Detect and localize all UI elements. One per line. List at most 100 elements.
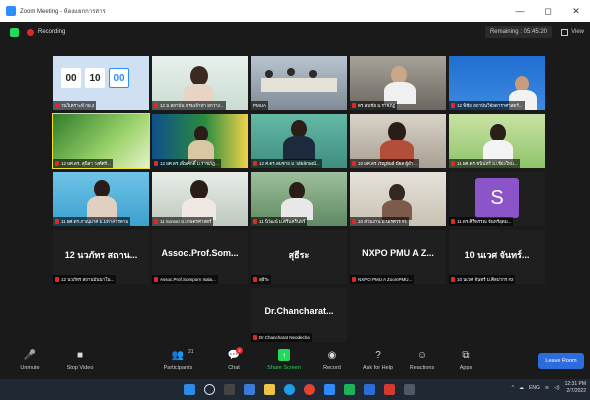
chevron-up-icon[interactable]: ^ xyxy=(512,385,514,391)
participants-button[interactable]: 👥 21 Participants xyxy=(156,349,200,371)
ask-for-help-button[interactable]: ? Ask for Help xyxy=(356,349,400,372)
muted-mic-icon xyxy=(154,161,158,166)
countdown-minutes: 10 xyxy=(85,68,105,88)
wifi-icon[interactable]: ≋ xyxy=(545,385,549,391)
muted-microphone-icon: 🎤 xyxy=(23,349,37,361)
participant-name: วนวิเคราะห์ กผ.2 xyxy=(53,101,97,110)
participant-tile[interactable]: 12 พิชัย สถาบันวิจัยดาราศาสตร์... xyxy=(449,56,545,110)
reactions-button[interactable]: ☺ Reactions xyxy=(400,349,444,372)
cloud-icon[interactable]: ☁ xyxy=(519,385,524,391)
task-view-icon[interactable] xyxy=(224,384,235,395)
zoom-taskbar-icon[interactable] xyxy=(324,384,335,395)
muted-mic-icon xyxy=(253,335,257,340)
help-icon: ? xyxy=(375,349,381,361)
participant-tile-active-speaker[interactable]: 12 ผศ.ดร. สุนิสา วงศ์ศรี... xyxy=(52,113,150,169)
participant-display-name: NXPO PMU A Z... xyxy=(362,248,434,258)
powerpoint-app-icon[interactable] xyxy=(384,384,395,395)
participant-display-name: Assoc.Prof.Som... xyxy=(161,248,239,258)
share-screen-button[interactable]: ↑ Share Screen xyxy=(262,349,306,371)
language-indicator[interactable]: ENG xyxy=(529,385,540,391)
participant-tile[interactable]: 12 ศ.ดร.สมชาย ม.วลัยลักษณ์... xyxy=(251,114,347,168)
participant-tile[interactable]: 12 นวภัทร สถาน... 12 นวภัทร สถานบันนาโน.… xyxy=(53,230,149,284)
participant-tile[interactable]: Assoc.Prof.Som... Assoc.Prof.Somporn Isa… xyxy=(152,230,248,284)
chat-button[interactable]: 💬 2 Chat xyxy=(212,347,256,371)
participant-tile[interactable]: 11 ผศ.ดร.ภาณุมาศ ม.มหาสารคาม xyxy=(53,172,149,226)
participant-display-name: 12 นวภัทร สถาน... xyxy=(64,250,138,260)
muted-mic-icon xyxy=(55,103,59,108)
participant-tile[interactable]: ดร.สมชัย ม.ราชภัฏ xyxy=(350,56,446,110)
clock[interactable]: 12:31 PM 2/7/2022 xyxy=(565,381,586,395)
participant-tile[interactable]: NXPO PMU A Z... NXPO PMU A ZoomPMU... xyxy=(350,230,446,284)
apps-button[interactable]: ⧉ Apps xyxy=(444,349,488,372)
participant-tile[interactable]: 10 นเวศ จันทร์... 10 นเวศ จันทร์ ม.ศิลปา… xyxy=(449,230,545,284)
record-button[interactable]: ◉ Record xyxy=(310,349,354,372)
edge-browser-icon[interactable] xyxy=(284,384,295,395)
chat-unread-badge: 2 xyxy=(236,347,243,354)
participant-name: 12 ม.สถาบัน กรมเจ้าท่า ยกวาง... xyxy=(152,101,226,110)
participant-tile[interactable]: Dr.Chancharat... Dr.Chancharat Neodecha xyxy=(251,288,347,342)
participant-name: Dr.Chancharat Neodecha xyxy=(251,333,312,342)
widgets-icon[interactable] xyxy=(244,384,255,395)
participant-tile[interactable]: 11 ผศ.ดร.ชนินทร์ ม.เชียงใหม่... xyxy=(449,114,545,168)
countdown-seconds: 00 xyxy=(109,68,129,88)
participant-display-name: 10 นเวศ จันทร์... xyxy=(464,250,530,260)
muted-mic-icon xyxy=(253,161,257,166)
participant-tile[interactable]: 12 ผศ.ดร.เพิ่มศักดิ์ ม.ราชภัฏ... xyxy=(152,114,248,168)
muted-mic-icon xyxy=(253,219,257,224)
participant-display-name: สุธีระ xyxy=(288,250,310,260)
stop-video-button[interactable]: ■ Stop Video xyxy=(58,349,102,372)
muted-mic-icon xyxy=(352,277,356,282)
participant-name: 12 ศ.ดร.สมชาย ม.วลัยลักษณ์... xyxy=(251,159,322,168)
participant-name: NXPO PMU A ZoomPMU... xyxy=(350,275,415,284)
meeting-toolbar: 🎤 Unmute ■ Stop Video 👥 21 Participants … xyxy=(0,345,590,379)
participant-tile[interactable]: 10 ส่วนงาน ม.นเรศวร #1 xyxy=(350,172,446,226)
chrome-browser-icon[interactable] xyxy=(304,384,315,395)
view-button[interactable]: View xyxy=(561,26,584,38)
close-button[interactable]: ✕ xyxy=(562,0,590,22)
participants-count: 21 xyxy=(188,349,194,355)
muted-mic-icon xyxy=(352,103,356,108)
window-title: Zoom Meeting - ห้องแยกการสาร xyxy=(20,9,106,15)
encryption-shield-icon[interactable] xyxy=(10,27,19,37)
record-icon: ◉ xyxy=(327,349,337,361)
participant-tile[interactable]: PMUA xyxy=(251,56,347,110)
muted-mic-icon xyxy=(154,219,158,224)
zoom-app-icon xyxy=(6,6,16,16)
muted-mic-icon xyxy=(154,277,158,282)
unmute-button[interactable]: 🎤 Unmute xyxy=(8,349,52,372)
participant-name: 11 ผศ.ดร.ชนินทร์ ม.เชียงใหม่... xyxy=(449,159,520,168)
participant-tile[interactable]: 11 Somsri ม.เกษตรศาสตร์ xyxy=(152,172,248,226)
participant-tile[interactable]: S 11 ดร.ศิริพรรณ จันทร์อุดม... xyxy=(449,172,545,226)
participant-tile[interactable]: สุธีระ สุธีระ xyxy=(251,230,347,284)
line-app-icon[interactable] xyxy=(344,384,355,395)
reactions-icon: ☺ xyxy=(416,349,428,361)
participant-name: 12 ผศ.ดร.เพิ่มศักดิ์ ม.ราชภัฏ... xyxy=(152,159,221,168)
file-explorer-icon[interactable] xyxy=(264,384,275,395)
participant-name: 11 นิวัฒน์ ม.ศรีนครินทร์ xyxy=(251,217,308,226)
search-icon[interactable] xyxy=(204,384,215,395)
clock-date: 2/7/2022 xyxy=(566,388,586,394)
minimize-button[interactable]: — xyxy=(506,0,534,22)
recording-icon xyxy=(27,28,34,36)
leave-room-button[interactable]: Leave Room xyxy=(538,353,584,369)
volume-icon[interactable]: ◁) xyxy=(554,385,560,391)
grid-view-icon xyxy=(561,28,569,36)
participant-tile[interactable]: 10 ผศ.ดร.เรณูพันธ์ มีผล ผู้อำ... xyxy=(350,114,446,168)
maximize-button[interactable]: ◻ xyxy=(534,0,562,22)
app-icon[interactable] xyxy=(404,384,415,395)
system-tray: ^ ☁ ENG ≋ ◁) 12:31 PM 2/7/2022 xyxy=(512,381,586,395)
participants-icon: 👥 xyxy=(171,349,185,361)
participant-name: 11 Somsri ม.เกษตรศาสตร์ xyxy=(152,217,214,226)
apps-icon: ⧉ xyxy=(462,349,470,361)
window-controls: — ◻ ✕ xyxy=(506,0,590,22)
participant-tile[interactable]: 11 นิวัฒน์ ม.ศรีนครินทร์ xyxy=(251,172,347,226)
windows-start-icon[interactable] xyxy=(184,384,195,395)
muted-mic-icon xyxy=(451,219,455,224)
recording-label: Recording xyxy=(38,29,66,35)
clock-time: 12:31 PM xyxy=(564,381,586,387)
word-app-icon[interactable] xyxy=(364,384,375,395)
participant-tile[interactable]: 00 10 00 วนวิเคราะห์ กผ.2 xyxy=(53,56,149,110)
participant-display-name: Dr.Chancharat... xyxy=(264,306,334,316)
participant-tile[interactable]: 12 ม.สถาบัน กรมเจ้าท่า ยกวาง... xyxy=(152,56,248,110)
video-camera-icon: ■ xyxy=(76,349,84,361)
